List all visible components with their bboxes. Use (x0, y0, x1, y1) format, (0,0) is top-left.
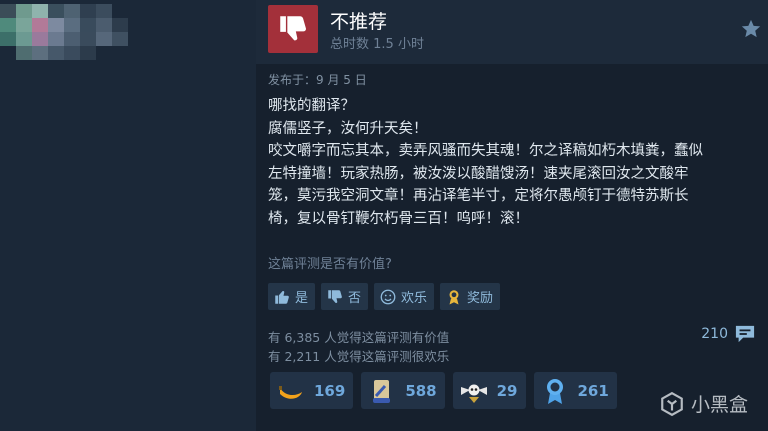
helpful-count: 有 6,385 人觉得这篇评测有价值 (268, 330, 450, 345)
award-button[interactable]: 奖励 (440, 283, 501, 310)
playtime-hours: 总时数 1.5 小时 (330, 37, 424, 52)
comments-link[interactable]: 210 (701, 324, 756, 344)
posted-date: 发布于：9 月 5 日 (268, 73, 367, 87)
thumbs-up-icon (275, 290, 289, 304)
watermark-text: 小黑盒 (690, 394, 748, 416)
award-label: 奖励 (467, 291, 494, 306)
review-line: 笼，莫污我空洞文章！再沾译笔半寸，定将尔愚颅钉于德特苏斯长 (268, 188, 689, 204)
review-header[interactable]: 不推荐 总时数 1.5 小时 (256, 0, 768, 64)
review-line: 椅，复以骨钉鞭尔朽骨三百！呜呼！滚！ (268, 210, 529, 227)
award-count: 169 (314, 381, 346, 400)
review-line: 咬文嚼字而忘其本，卖弄风骚而失其魂！尔之译稿如朽木填粪，蠢似 (268, 143, 703, 159)
award-item[interactable]: 261 (533, 372, 617, 409)
vote-funny-label: 欢乐 (401, 291, 428, 306)
helpful-question: 这篇评测是否有价值? (268, 257, 392, 272)
review-panel: 不推荐 总时数 1.5 小时 发布于：9 月 5 日 哪找的翻译？ 腐儒竖子，汝… (256, 0, 768, 431)
review-line: 哪找的翻译？ (268, 98, 355, 114)
xiaoheihe-logo-icon (661, 391, 683, 416)
scroll-award-icon (373, 379, 391, 403)
award-count: 588 (405, 381, 437, 400)
vote-no-label: 否 (348, 291, 362, 306)
comment-count: 210 (701, 326, 728, 342)
blurred-avatar (0, 0, 240, 80)
star-icon[interactable] (740, 18, 762, 40)
review-line: 腐儒竖子，汝何升天矣！ (268, 120, 428, 137)
award-item[interactable]: 588 (361, 372, 445, 409)
review-body: 哪找的翻译？ 腐儒竖子，汝何升天矣！ 咬文嚼字而忘其本，卖弄风骚而失其魂！尔之译… (268, 95, 758, 230)
award-ribbon-icon (449, 289, 459, 304)
vote-yes-label: 是 (295, 291, 309, 306)
vote-counts: 有 6,385 人觉得这篇评测有价值 有 2,211 人觉得这篇评测很欢乐 (268, 328, 449, 366)
award-count: 261 (577, 381, 609, 400)
winged-skull-award-icon (460, 384, 487, 403)
award-item[interactable]: 29 (452, 372, 526, 409)
thumbs-down-box (268, 5, 318, 53)
vote-no-button[interactable]: 否 (321, 283, 369, 310)
award-item[interactable]: 169 (270, 372, 354, 409)
reviewer-panel (0, 0, 256, 431)
funny-count: 有 2,211 人觉得这篇评测很欢乐 (268, 349, 450, 364)
vote-buttons: 是 否 欢乐 奖励 (268, 283, 501, 310)
thumbs-down-icon (280, 16, 306, 41)
vote-funny-button[interactable]: 欢乐 (374, 283, 435, 310)
awards-row: 169 588 29 261 (270, 372, 617, 409)
comment-bubble-icon (735, 325, 755, 343)
medal-award-icon (546, 378, 563, 404)
xiaoheihe-watermark: 小黑盒 (659, 390, 748, 417)
review-line: 左特撞墙！玩家热肠，被汝泼以酸醋馊汤！速夹尾滚回汝之文酸牢 (268, 165, 689, 182)
review-verdict: 不推荐 (330, 11, 388, 33)
vote-yes-button[interactable]: 是 (268, 283, 316, 310)
award-count: 29 (496, 381, 518, 400)
thumbs-down-icon (328, 289, 342, 303)
smiley-icon (380, 289, 396, 304)
banana-award-icon (279, 385, 302, 399)
